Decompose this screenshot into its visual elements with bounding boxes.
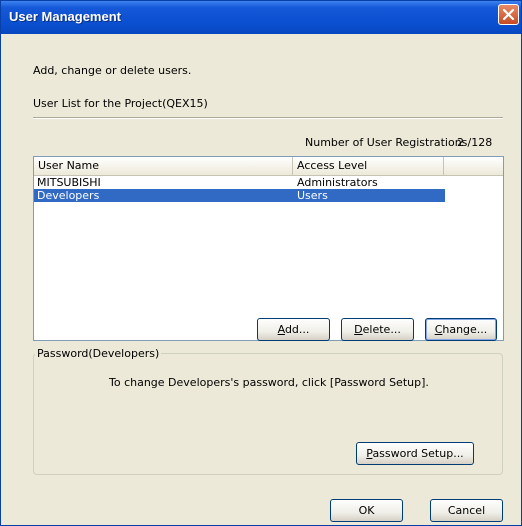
password-setup-label: assword Setup... [372,447,464,460]
window-title: User Management [9,9,121,24]
password-message: To change Developers's password, click [… [109,376,429,389]
add-button-accel: A [277,323,285,336]
access-level-cell: Users [297,189,328,202]
column-header-empty[interactable] [444,157,503,175]
list-caption: User List for the Project(QEX15) [33,97,208,110]
delete-button-accel: D [354,323,363,336]
password-group-title: Password(Developers) [35,347,162,360]
table-row[interactable]: MITSUBISHI Administrators [34,176,445,189]
separator [33,117,503,119]
title-bar[interactable]: User Management [1,1,521,34]
add-button-label: dd... [284,323,310,336]
delete-button[interactable]: Delete... [341,318,414,341]
cancel-button[interactable]: Cancel [430,499,503,522]
table-row[interactable]: Developers Users [34,189,445,202]
column-header-user-name[interactable]: User Name [34,157,293,175]
intro-text: Add, change or delete users. [33,64,192,77]
access-level-cell: Administrators [297,176,378,189]
close-button[interactable] [498,4,519,25]
user-name-cell: MITSUBISHI [37,176,101,189]
list-header: User Name Access Level [34,157,503,176]
registrations-label: Number of User Registrations [305,136,468,149]
user-management-dialog: User Management Add, change or delete us… [0,0,522,526]
delete-button-label: elete... [362,323,401,336]
user-list[interactable]: User Name Access Level MITSUBISHI Admini… [33,156,504,341]
change-button-label: hange... [442,323,488,336]
column-header-access-level[interactable]: Access Level [293,157,444,175]
user-name-cell: Developers [37,189,100,202]
close-icon [502,8,515,21]
add-button[interactable]: Add... [257,318,330,341]
password-setup-button[interactable]: Password Setup... [356,442,474,465]
ok-button[interactable]: OK [330,499,403,522]
registrations-count: 2 /128 [457,136,493,149]
change-button[interactable]: Change... [425,318,497,341]
